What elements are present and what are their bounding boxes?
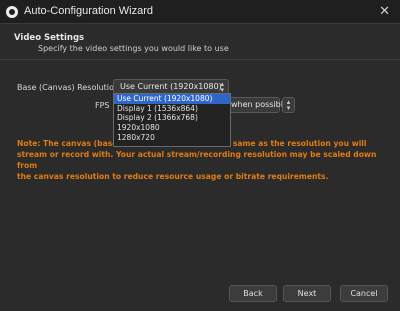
title-bar: Auto-Configuration Wizard ✕: [0, 0, 400, 24]
fps-select-value: when possible: [231, 100, 288, 109]
page-subtitle: Specify the video settings you would lik…: [38, 44, 229, 53]
chevron-updown-icon: ▴ ▾: [220, 80, 224, 94]
back-button[interactable]: Back: [229, 285, 277, 302]
close-icon[interactable]: ✕: [379, 4, 390, 19]
note-line2: stream or record with. Your actual strea…: [17, 150, 377, 170]
page-title: Video Settings: [14, 33, 85, 43]
note-line3: the canvas resolution to reduce resource…: [17, 172, 329, 181]
resolution-select-value: Use Current (1920x1080): [120, 82, 222, 91]
obs-logo-icon: [6, 6, 18, 18]
resolution-dropdown-list[interactable]: Use Current (1920x1080) Display 1 (1536x…: [113, 93, 231, 147]
next-button[interactable]: Next: [283, 285, 331, 302]
cancel-button[interactable]: Cancel: [340, 285, 388, 302]
dropdown-option[interactable]: 1280x720: [114, 133, 230, 143]
resolution-label: Base (Canvas) Resolution: [17, 83, 119, 92]
chevron-updown-icon: ▴ ▾: [286, 98, 291, 112]
dropdown-option[interactable]: Use Current (1920x1080): [114, 94, 230, 104]
dropdown-option[interactable]: 1920x1080: [114, 123, 230, 133]
page-header: Video Settings Specify the video setting…: [0, 24, 400, 60]
window-title: Auto-Configuration Wizard: [24, 5, 154, 17]
fps-spinner[interactable]: ▴ ▾: [282, 97, 295, 113]
note-line1-left: Note: The canvas (base: [17, 139, 118, 148]
dropdown-option[interactable]: Display 2 (1366x768): [114, 113, 230, 123]
dropdown-option[interactable]: Display 1 (1536x864): [114, 104, 230, 114]
fps-label: FPS: [95, 101, 110, 110]
note-line1-right: the same as the resolution you will: [213, 139, 367, 148]
